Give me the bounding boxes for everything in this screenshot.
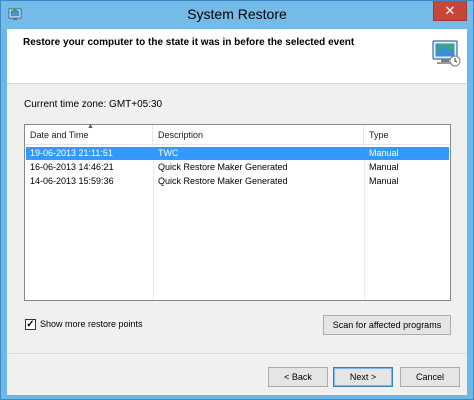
column-header-type[interactable]: Type <box>364 125 450 145</box>
list-header: Date and Time ▲ Description Type <box>25 123 450 145</box>
title-bar[interactable]: System Restore ✕ <box>1 1 473 29</box>
cell-type: Manual <box>369 162 399 172</box>
timezone-label: Current time zone: GMT+05:30 <box>24 99 163 110</box>
restore-points-list[interactable]: Date and Time ▲ Description Type 19-06-2… <box>24 123 451 301</box>
scan-affected-programs-button[interactable]: Scan for affected programs <box>323 315 451 335</box>
system-restore-icon <box>432 40 461 67</box>
list-item[interactable]: 14-06-2013 15:59:36 Quick Restore Maker … <box>26 175 449 188</box>
next-button[interactable]: Next > <box>333 367 393 387</box>
header-instruction: Restore your computer to the state it wa… <box>23 37 355 48</box>
cell-description: Quick Restore Maker Generated <box>158 176 288 186</box>
sort-ascending-icon: ▲ <box>87 123 94 130</box>
column-header-description[interactable]: Description <box>153 125 364 145</box>
header-band: Restore your computer to the state it wa… <box>7 29 467 84</box>
cell-description: TWC <box>158 148 179 158</box>
cell-description: Quick Restore Maker Generated <box>158 162 288 172</box>
cell-date: 16-06-2013 14:46:21 <box>30 162 114 172</box>
cell-date: 19-06-2013 21:11:51 <box>30 148 113 158</box>
dialog-body: Restore your computer to the state it wa… <box>7 29 467 395</box>
back-button[interactable]: < Back <box>268 367 328 387</box>
cancel-button[interactable]: Cancel <box>400 367 460 387</box>
window-title: System Restore <box>187 6 287 22</box>
close-button[interactable]: ✕ <box>433 1 467 21</box>
show-more-checkbox[interactable]: ✓ <box>25 319 36 330</box>
list-item[interactable]: 16-06-2013 14:46:21 Quick Restore Maker … <box>26 161 449 174</box>
cell-type: Manual <box>369 176 399 186</box>
list-item[interactable]: 19-06-2013 21:11:51 TWC Manual <box>26 147 449 160</box>
system-restore-window: System Restore ✕ Restore your computer t… <box>0 0 474 400</box>
cell-type: Manual <box>369 148 399 158</box>
footer-divider <box>7 353 467 354</box>
show-more-label[interactable]: Show more restore points <box>40 319 143 329</box>
cell-date: 14-06-2013 15:59:36 <box>30 176 114 186</box>
